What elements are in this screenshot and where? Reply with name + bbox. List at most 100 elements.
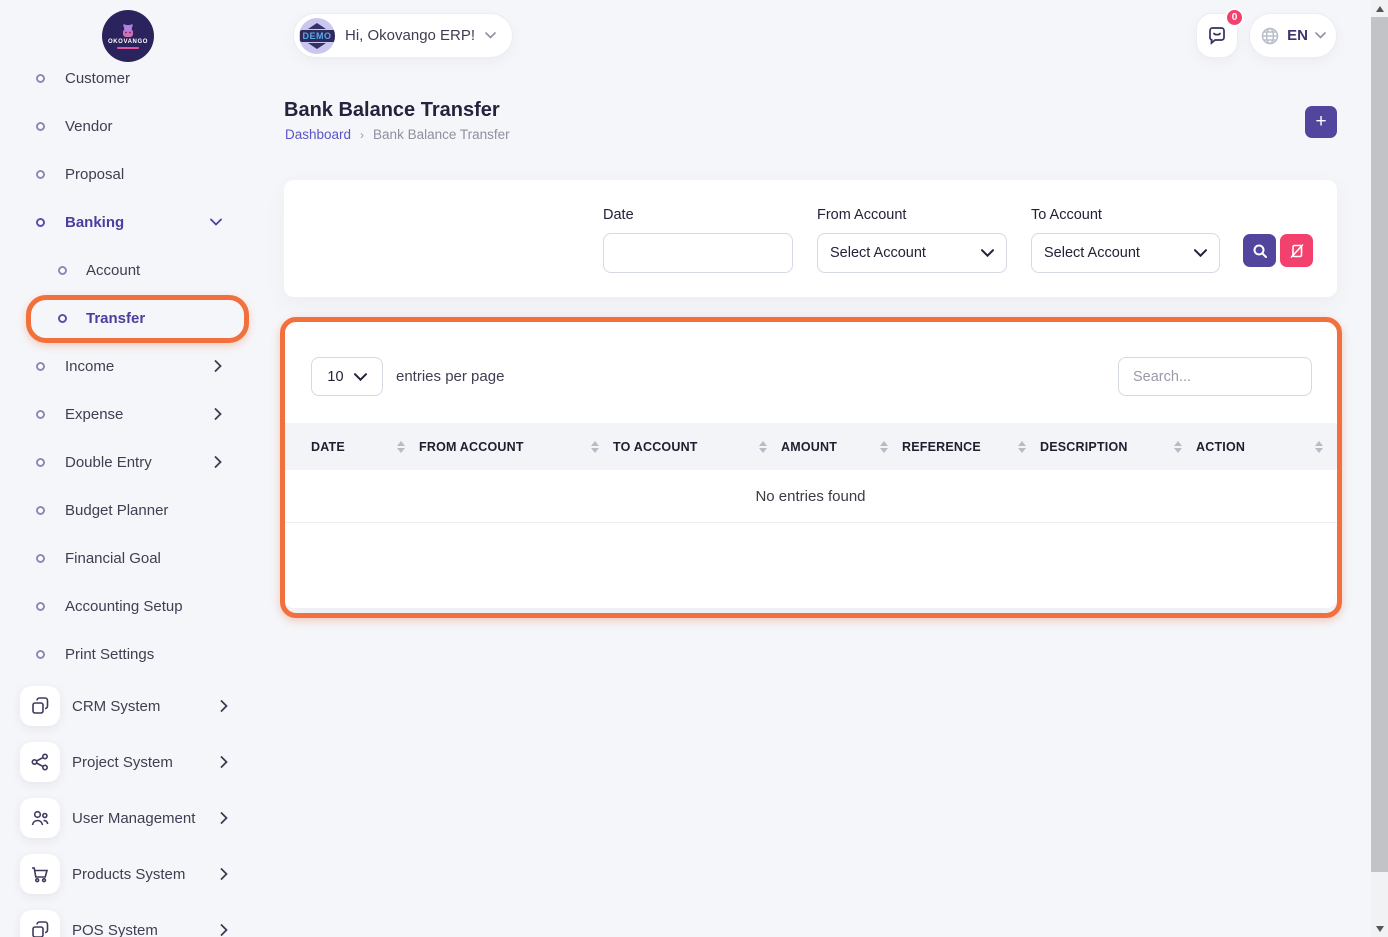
users-icon — [20, 798, 60, 838]
sidebar-item-products-system[interactable]: Products System — [0, 846, 260, 902]
column-header-from-account[interactable]: FROM ACCOUNT — [419, 423, 613, 470]
table-search-input[interactable] — [1118, 357, 1312, 396]
entries-per-page-value: 10 — [327, 369, 343, 385]
breadcrumb: Dashboard › Bank Balance Transfer — [285, 127, 510, 142]
date-input[interactable] — [603, 233, 793, 273]
column-header-amount[interactable]: AMOUNT — [781, 423, 902, 470]
dot-icon — [36, 362, 45, 371]
chevron-right-icon — [220, 868, 228, 880]
dot-icon — [58, 314, 67, 323]
column-header-description[interactable]: DESCRIPTION — [1040, 423, 1196, 470]
chevron-down-icon — [1315, 32, 1326, 39]
column-header-action[interactable]: ACTION — [1196, 423, 1337, 470]
sidebar-item-double-entry[interactable]: Double Entry — [0, 438, 260, 486]
avatar-chevron-decoration — [308, 43, 326, 49]
table-header-row: DATE FROM ACCOUNT TO ACCOUNT AMOUNT REFE… — [284, 423, 1337, 470]
to-account-value: Select Account — [1044, 245, 1140, 261]
sidebar-item-budget-planner[interactable]: Budget Planner — [0, 486, 260, 534]
sidebar-item-vendor[interactable]: Vendor — [0, 102, 260, 150]
entries-per-page-select[interactable]: 10 — [311, 357, 383, 396]
column-header-to-account[interactable]: TO ACCOUNT — [613, 423, 781, 470]
hippo-logo-icon — [119, 24, 137, 38]
add-transfer-button[interactable]: + — [1305, 106, 1337, 138]
transfers-table-card: 10 entries per page DATE FROM ACCOUNT TO… — [284, 322, 1337, 608]
dot-icon — [36, 170, 45, 179]
reset-filter-button[interactable] — [1280, 234, 1313, 267]
scrollbar-up-button[interactable] — [1371, 0, 1388, 17]
sidebar-item-user-management[interactable]: User Management — [0, 790, 260, 846]
user-menu-button[interactable]: DEMO Hi, Okovango ERP! — [293, 13, 513, 58]
sidebar-item-crm-system[interactable]: CRM System — [0, 678, 260, 734]
sort-icon — [1174, 441, 1182, 453]
chevron-right-icon — [214, 360, 222, 372]
language-selector[interactable]: EN — [1249, 13, 1337, 58]
dot-icon — [58, 266, 67, 275]
column-header-date[interactable]: DATE — [284, 423, 419, 470]
entries-per-page-label: entries per page — [396, 368, 504, 385]
dot-icon — [36, 506, 45, 515]
chevron-right-icon — [214, 408, 222, 420]
sidebar-item-expense[interactable]: Expense — [0, 390, 260, 438]
scrollbar-thumb[interactable] — [1371, 17, 1388, 872]
sidebar-item-pos-system[interactable]: POS System — [0, 902, 260, 937]
dot-icon — [36, 554, 45, 563]
chevron-right-icon — [220, 924, 228, 936]
sidebar-item-customer[interactable]: Customer — [0, 72, 260, 102]
sidebar-item-income[interactable]: Income — [0, 342, 260, 390]
dot-icon — [36, 74, 45, 83]
avatar-chevron-decoration — [308, 23, 326, 29]
page-title: Bank Balance Transfer — [284, 99, 500, 122]
demo-badge: DEMO — [300, 30, 335, 42]
search-icon — [1252, 243, 1268, 259]
sidebar-item-transfer[interactable]: Transfer — [0, 294, 260, 342]
scrollbar-down-button[interactable] — [1371, 920, 1388, 937]
apply-filter-button[interactable] — [1243, 234, 1276, 267]
vertical-scrollbar[interactable] — [1371, 0, 1388, 937]
breadcrumb-current: Bank Balance Transfer — [373, 127, 510, 142]
chevron-down-icon — [210, 218, 222, 226]
sidebar-item-account[interactable]: Account — [0, 246, 260, 294]
sort-icon — [759, 441, 767, 453]
notifications-button[interactable]: 0 — [1196, 13, 1238, 58]
sidebar-item-proposal[interactable]: Proposal — [0, 150, 260, 198]
empty-state-row: No entries found — [284, 470, 1337, 523]
sidebar-item-financial-goal[interactable]: Financial Goal — [0, 534, 260, 582]
breadcrumb-dashboard-link[interactable]: Dashboard — [285, 127, 351, 142]
sidebar-item-accounting-setup[interactable]: Accounting Setup — [0, 582, 260, 630]
dot-icon — [36, 650, 45, 659]
windows-icon — [20, 686, 60, 726]
triangle-down-icon — [1376, 926, 1384, 932]
dot-icon — [36, 218, 45, 227]
sidebar: OKOVANGO Customer Vendor Proposal Bankin… — [0, 0, 260, 937]
language-label: EN — [1287, 27, 1308, 44]
sort-icon — [880, 441, 888, 453]
dot-icon — [36, 602, 45, 611]
chevron-down-icon — [354, 373, 367, 381]
sort-icon — [1315, 441, 1323, 453]
sort-icon — [1018, 441, 1026, 453]
to-account-select[interactable]: Select Account — [1031, 233, 1220, 273]
chevron-down-icon — [981, 249, 994, 257]
chevron-down-icon — [485, 32, 496, 39]
sidebar-item-banking[interactable]: Banking — [0, 198, 260, 246]
sidebar-item-print-settings[interactable]: Print Settings — [0, 630, 260, 678]
greeting-text: Hi, Okovango ERP! — [345, 27, 475, 44]
column-header-reference[interactable]: REFERENCE — [902, 423, 1040, 470]
filter-card: Date From Account Select Account To Acco… — [284, 180, 1337, 297]
sort-icon — [591, 441, 599, 453]
share-icon — [20, 742, 60, 782]
chevron-down-icon — [1194, 249, 1207, 257]
chevron-right-icon — [214, 456, 222, 468]
clear-filter-icon — [1289, 243, 1305, 259]
dot-icon — [36, 410, 45, 419]
logo-text: OKOVANGO — [108, 39, 148, 45]
to-account-label: To Account — [1031, 207, 1102, 223]
sidebar-item-project-system[interactable]: Project System — [0, 734, 260, 790]
from-account-select[interactable]: Select Account — [817, 233, 1007, 273]
chevron-right-icon — [220, 812, 228, 824]
chat-icon — [1206, 25, 1228, 47]
date-label: Date — [603, 207, 634, 223]
app-logo[interactable]: OKOVANGO — [102, 10, 154, 62]
sort-icon — [397, 441, 405, 453]
notification-badge: 0 — [1225, 8, 1244, 27]
